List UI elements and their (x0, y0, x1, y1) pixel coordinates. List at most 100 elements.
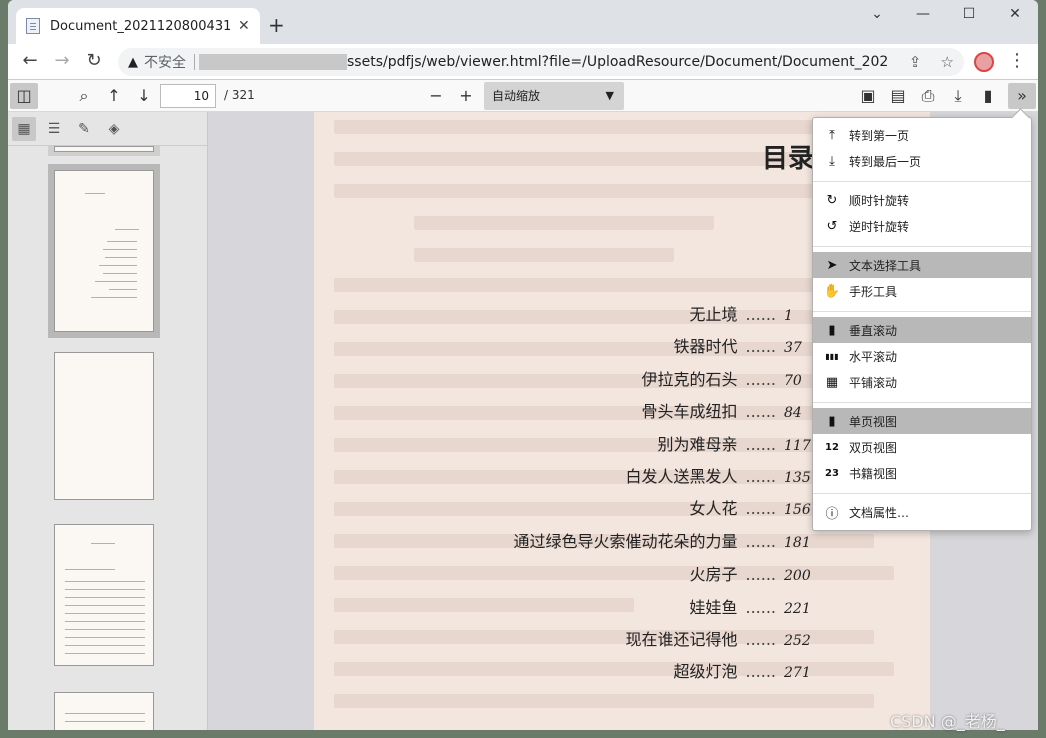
menu-divider (813, 181, 1031, 182)
menu-item-vertical-scroll[interactable]: ▮ 垂直滚动 (813, 317, 1031, 343)
toc-leader-dots: ...... (745, 662, 776, 681)
menu-item-rotate-cw[interactable]: ↻ 顺时针旋转 (813, 187, 1031, 213)
toc-leader-dots: ...... (745, 499, 776, 518)
toc-entry-title: 女人花 (689, 499, 738, 518)
menu-divider (813, 402, 1031, 403)
toc-leader-dots: ...... (745, 598, 776, 617)
forward-arrow-icon[interactable]: → (50, 50, 74, 71)
toc-entry: 女人花...... 156 (689, 498, 814, 520)
thumbnails-view-icon[interactable]: ▦ (12, 117, 36, 141)
page-total: / 321 (224, 88, 255, 102)
presentation-mode-icon[interactable]: ▣ (854, 83, 882, 109)
menu-item-text-select-tool[interactable]: ➤ 文本选择工具 (813, 252, 1031, 278)
menu-item-horizontal-scroll[interactable]: ▮▮▮ 水平滚动 (813, 343, 1031, 369)
toc-heading: 目录 (762, 144, 815, 174)
page-thumbnail-image (54, 146, 154, 152)
layers-icon[interactable]: ◈ (102, 117, 126, 141)
menu-item-document-properties[interactable]: ⓘ 文档属性… (813, 499, 1031, 525)
toc-leader-dots: ...... (745, 565, 776, 584)
menu-divider (813, 493, 1031, 494)
menu-item-wrapped-scroll[interactable]: ▦ 平铺滚动 (813, 369, 1031, 395)
page-thumbnail[interactable] (48, 686, 160, 730)
toc-entry-title: 娃娃鱼 (689, 598, 738, 617)
open-file-icon[interactable]: ▤ (884, 83, 912, 109)
toc-entry-title: 现在谁还记得他 (625, 630, 738, 649)
toc-entry-title: 铁器时代 (673, 337, 738, 356)
zoom-in-icon[interactable]: + (452, 83, 480, 109)
toc-leader-dots: ...... (745, 532, 776, 551)
page-thumbnail-image (54, 170, 154, 332)
browser-menu-icon[interactable]: ⋮ (1008, 50, 1026, 71)
menu-item-last-page[interactable]: ⤓ 转到最后一页 (813, 148, 1031, 174)
outline-view-icon[interactable]: ☰ (42, 117, 66, 141)
toc-entry-page: 1 (784, 308, 793, 324)
menu-item-label: 文档属性… (849, 505, 910, 520)
toc-entry-page: 135 (784, 470, 811, 486)
toc-leader-dots: ...... (745, 630, 776, 649)
toc-entry-page: 200 (784, 568, 811, 584)
toc-entry-title: 骨头车成纽扣 (641, 402, 738, 421)
page-thumbnail[interactable] (48, 346, 160, 506)
page-number-input[interactable]: 10 (160, 84, 216, 108)
toc-entry-page: 271 (784, 665, 811, 681)
search-icon[interactable]: ⌕ (70, 83, 98, 109)
page-thumbnail[interactable] (48, 146, 160, 156)
toc-entry-page: 252 (784, 633, 811, 649)
toc-leader-dots: ...... (745, 305, 776, 324)
url-omnibox[interactable]: ▲ 不安全 ssets/pdfjs/web/viewer.html?file=/… (118, 48, 964, 76)
attachments-icon[interactable]: ✎ (72, 117, 96, 141)
url-text[interactable]: ssets/pdfjs/web/viewer.html?file=/Upload… (347, 54, 887, 70)
page-thumbnail-image (54, 524, 154, 666)
rotate-counterclockwise-icon: ↺ (826, 218, 838, 234)
book-view-icon: 23 (825, 467, 839, 479)
menu-item-hand-tool[interactable]: ✋ 手形工具 (813, 278, 1031, 304)
tab-search-icon[interactable]: ⌄ (854, 6, 900, 22)
toc-leader-dots: ...... (745, 337, 776, 356)
back-arrow-icon[interactable]: ← (18, 50, 42, 71)
tab-close-icon[interactable]: ✕ (238, 18, 250, 34)
share-and-bookmark-icons[interactable]: ⇪ ☆ (909, 53, 954, 71)
redacted-url-part (199, 54, 347, 70)
insecure-label[interactable]: 不安全 (144, 52, 186, 72)
new-tab-button[interactable]: + (268, 13, 285, 37)
sidebar-toggle-icon[interactable]: ◫ (10, 83, 38, 109)
menu-item-label: 转到最后一页 (849, 154, 922, 169)
page-thumbnail[interactable] (48, 518, 160, 672)
browser-tab[interactable]: Document_202112080043140 ✕ (16, 8, 260, 44)
title-bar: Document_202112080043140 ✕ + ⌄ — ☐ ✕ (8, 0, 1038, 44)
two-page-icon: 12 (825, 441, 839, 453)
toc-entry-page: 221 (784, 601, 811, 617)
menu-item-label: 文本选择工具 (849, 258, 922, 273)
menu-item-book-view[interactable]: 23 书籍视图 (813, 460, 1031, 486)
menu-item-first-page[interactable]: ⤒ 转到第一页 (813, 122, 1031, 148)
menu-item-rotate-ccw[interactable]: ↺ 逆时针旋转 (813, 213, 1031, 239)
zoom-out-icon[interactable]: − (422, 83, 450, 109)
menu-divider (813, 246, 1031, 247)
toc-leader-dots: ...... (745, 402, 776, 421)
toc-entry: 通过绿色导火索催动花朵的力量...... 181 (513, 531, 814, 553)
menu-item-single-page[interactable]: ▮ 单页视图 (813, 408, 1031, 434)
page-thumbnail-selected[interactable] (48, 164, 160, 338)
maximize-button[interactable]: ☐ (946, 6, 992, 22)
minimize-button[interactable]: — (900, 6, 946, 22)
menu-divider (813, 311, 1031, 312)
zoom-select[interactable]: 自动缩放 ▼ (484, 82, 624, 110)
close-window-button[interactable]: ✕ (992, 6, 1038, 22)
bookmark-icon[interactable]: ▮ (974, 83, 1002, 109)
tools-menu-icon[interactable]: » (1008, 83, 1036, 109)
menu-item-label: 单页视图 (849, 414, 898, 429)
next-page-icon[interactable]: ↓ (130, 83, 158, 109)
print-icon[interactable]: ⎙ (914, 83, 942, 109)
profile-avatar-icon[interactable] (974, 52, 994, 72)
toc-leader-dots: ...... (745, 370, 776, 389)
toc-entry: 现在谁还记得他...... 252 (625, 629, 814, 651)
omnibox-divider (194, 54, 195, 70)
address-bar: ← → ↻ ▲ 不安全 ssets/pdfjs/web/viewer.html?… (8, 44, 1038, 80)
toc-leader-dots: ...... (745, 467, 776, 486)
reload-icon[interactable]: ↻ (82, 50, 106, 71)
menu-item-label: 双页视图 (849, 440, 898, 455)
previous-page-icon[interactable]: ↑ (100, 83, 128, 109)
pdf-toolbar: ◫ ⌕ ↑ ↓ 10 / 321 − + 自动缩放 ▼ ▣ ▤ ⎙ ⤓ ▮ » (8, 80, 1038, 112)
menu-item-two-page[interactable]: 12 双页视图 (813, 434, 1031, 460)
download-icon[interactable]: ⤓ (944, 83, 972, 109)
